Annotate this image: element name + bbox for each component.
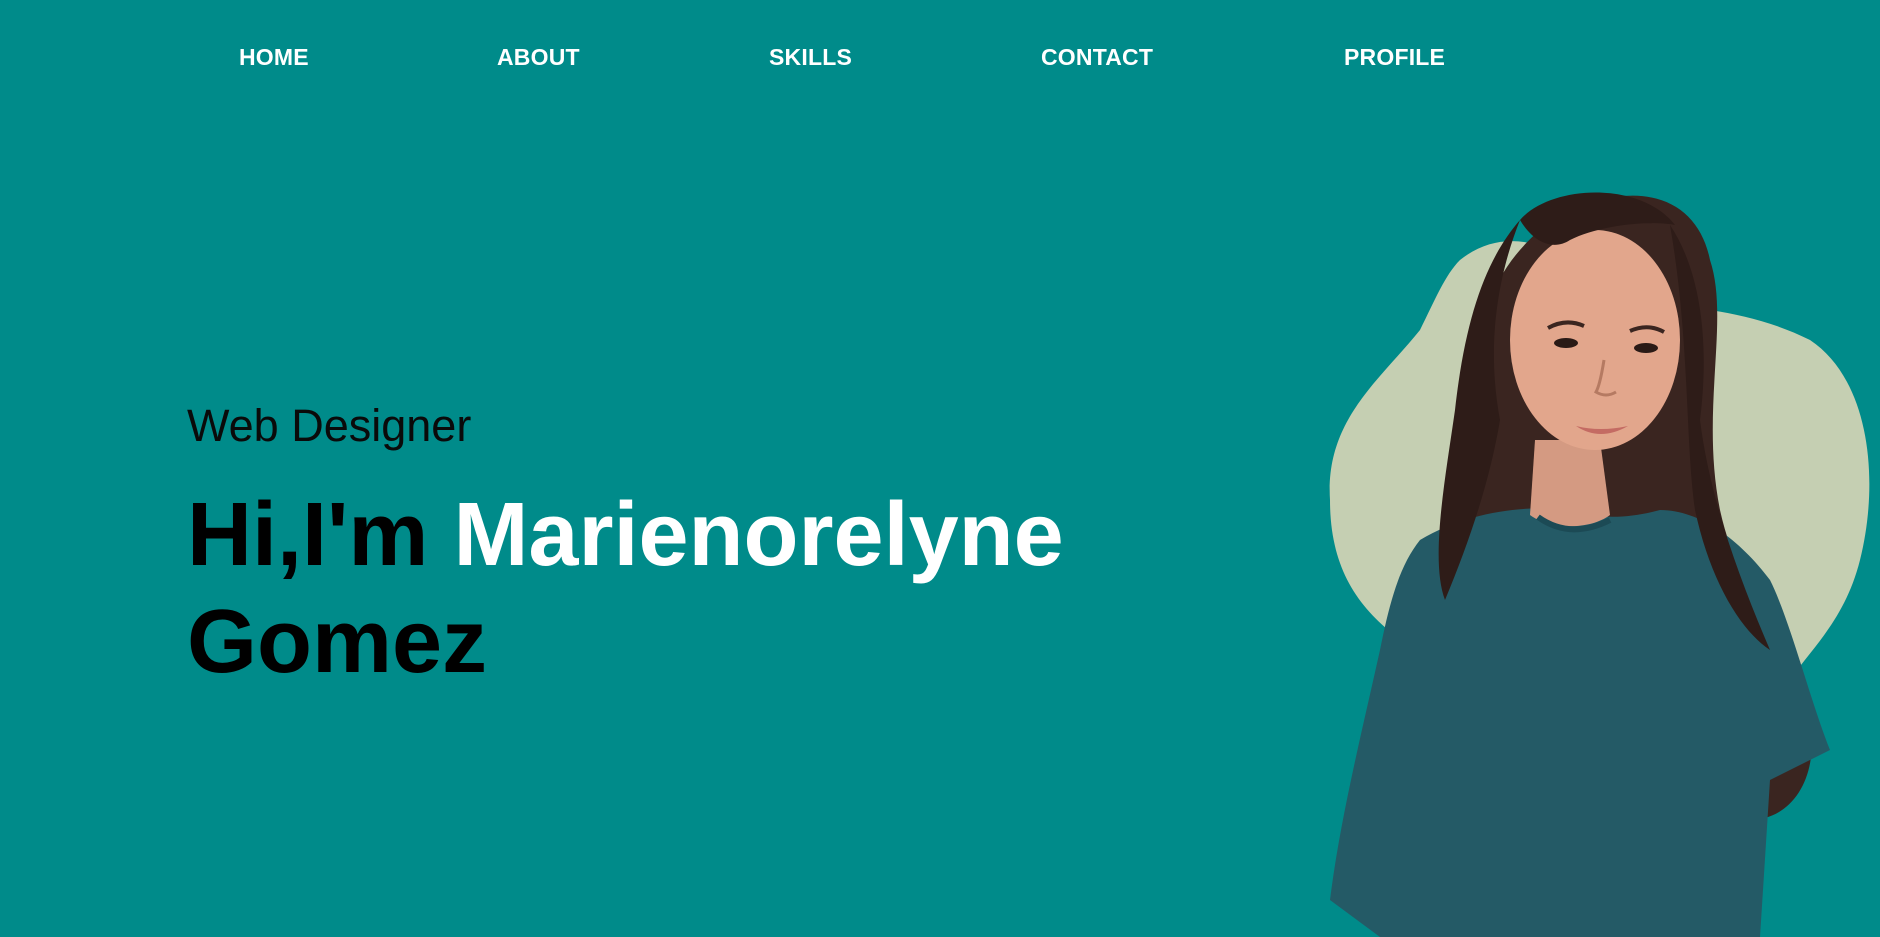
hero-heading: Hi,I'm Marienorelyne Gomez (187, 482, 1127, 696)
hero-subtitle: Web Designer (187, 400, 472, 451)
nav-link-skills[interactable]: SKILLS (769, 44, 852, 71)
portfolio-page: HOME ABOUT SKILLS CONTACT PROFILE Web De… (0, 0, 1880, 937)
right-eye (1634, 343, 1658, 353)
nav-link-about[interactable]: ABOUT (497, 44, 580, 71)
hero-greeting: Hi,I'm (187, 485, 454, 585)
top-navigation: HOME ABOUT SKILLS CONTACT PROFILE (0, 0, 1880, 115)
nav-link-profile[interactable]: PROFILE (1344, 44, 1445, 71)
shirt (1330, 508, 1830, 937)
face (1510, 230, 1680, 450)
portrait-image (1270, 180, 1880, 937)
portrait-photo-icon (1329, 192, 1870, 937)
hero-first-name: Marienorelyne (453, 485, 1064, 585)
nav-link-home[interactable]: HOME (239, 44, 309, 71)
left-eye (1554, 338, 1578, 348)
nav-link-contact[interactable]: CONTACT (1041, 44, 1153, 71)
neck (1530, 440, 1610, 527)
hero-last-name: Gomez (187, 592, 488, 692)
